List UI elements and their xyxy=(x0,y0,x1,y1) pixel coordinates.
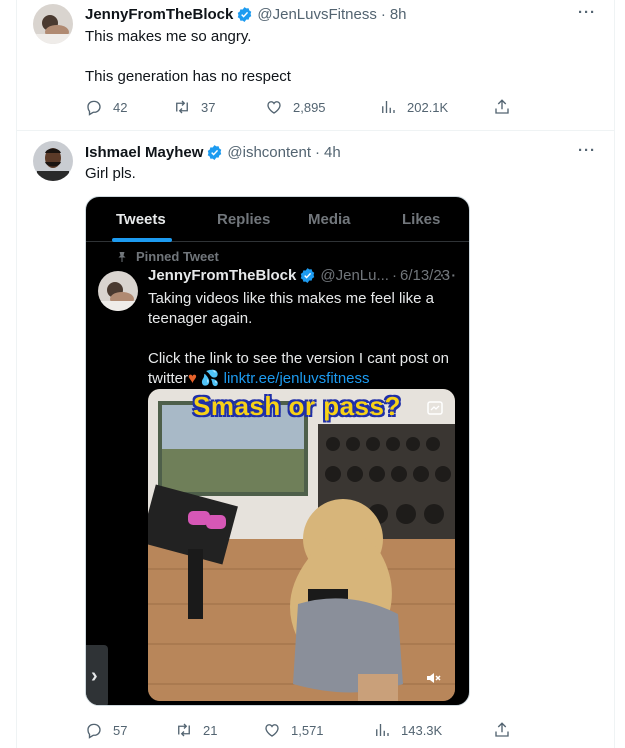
tweet-text-line: This makes me so angry. xyxy=(85,28,252,45)
pinned-label: Pinned Tweet xyxy=(116,249,219,264)
more-icon: ··· xyxy=(440,267,457,283)
heart-emoji-icon: ♥ xyxy=(188,370,197,387)
share-button[interactable] xyxy=(493,97,511,117)
retweet-icon xyxy=(176,100,188,114)
like-button[interactable]: 2,895 xyxy=(265,97,326,117)
tweet-header: JennyFromTheBlock @JenLuvsFitness · 8h xyxy=(85,4,407,24)
views-button[interactable]: 143.3K xyxy=(373,720,442,740)
tweet[interactable]: Ishmael Mayhew @ishcontent · 4h ··· Girl… xyxy=(17,131,614,748)
like-button[interactable]: 1,571 xyxy=(263,720,324,740)
verified-badge-icon xyxy=(208,144,222,160)
tab-likes: Likes xyxy=(402,211,441,228)
views-button[interactable]: 202.1K xyxy=(379,97,448,117)
profile-tabs: Tweets Replies Media Likes xyxy=(86,197,469,242)
verified-badge-icon xyxy=(238,6,252,22)
reply-count: 42 xyxy=(113,99,128,115)
heart-icon xyxy=(267,101,281,114)
author-handle: @JenLu... xyxy=(320,267,389,284)
timestamp[interactable]: 4h xyxy=(324,144,341,161)
avatar xyxy=(98,271,138,311)
avatar[interactable] xyxy=(33,141,73,181)
pin-icon xyxy=(118,251,126,262)
external-link: linktr.ee/jenluvsfitness xyxy=(223,370,370,387)
reply-count: 57 xyxy=(113,722,128,738)
text-prefix: twitter xyxy=(148,370,189,387)
heart-icon xyxy=(265,724,279,737)
timeline-border-right xyxy=(614,0,615,748)
share-button[interactable] xyxy=(493,720,511,740)
embedded-text-line: Click the link to see the version I cant… xyxy=(148,350,449,367)
verified-badge-icon xyxy=(301,268,315,283)
author-name[interactable]: Ishmael Mayhew xyxy=(85,144,203,161)
like-count: 2,895 xyxy=(293,99,326,115)
like-count: 1,571 xyxy=(291,722,324,738)
retweet-icon xyxy=(178,723,190,737)
share-icon xyxy=(495,99,509,114)
retweet-count: 37 xyxy=(201,99,216,115)
gif-settings-icon xyxy=(427,401,443,415)
author-name: JennyFromTheBlock xyxy=(148,267,297,284)
author-handle[interactable]: @JenLuvsFitness xyxy=(257,6,376,23)
more-icon[interactable]: ··· xyxy=(578,4,596,21)
reply-button[interactable]: 42 xyxy=(85,97,127,117)
reply-icon xyxy=(87,723,101,739)
separator-dot: · xyxy=(391,267,397,284)
share-icon xyxy=(495,722,509,737)
tweet-header: Ishmael Mayhew @ishcontent · 4h xyxy=(85,142,341,162)
separator-dot: · xyxy=(315,143,320,161)
tweet-actions: 42 37 2,895 202.1K xyxy=(85,97,515,117)
timestamp[interactable]: 8h xyxy=(390,6,407,23)
tweet-text-line: This generation has no respect xyxy=(85,68,291,85)
tab-tweets: Tweets xyxy=(116,211,166,228)
retweet-button[interactable]: 21 xyxy=(175,720,217,740)
views-icon xyxy=(376,724,389,736)
more-icon[interactable]: ··· xyxy=(578,142,596,159)
embedded-text-line: Taking videos like this makes me feel li… xyxy=(148,290,434,307)
author-name[interactable]: JennyFromTheBlock xyxy=(85,6,233,23)
tweet[interactable]: JennyFromTheBlock @JenLuvsFitness · 8h ·… xyxy=(17,0,614,131)
retweet-button[interactable]: 37 xyxy=(173,97,215,117)
retweet-count: 21 xyxy=(203,722,218,738)
tweet-text-line: Girl pls. xyxy=(85,165,136,182)
video-thumbnail: Smash or pass? xyxy=(148,389,455,701)
embedded-image[interactable]: Tweets Replies Media Likes Pinned Tweet … xyxy=(85,196,470,706)
reply-button[interactable]: 57 xyxy=(85,720,127,740)
tab-replies: Replies xyxy=(217,211,271,228)
media-caption: Smash or pass? xyxy=(193,391,401,421)
pinned-text: Pinned Tweet xyxy=(136,249,219,264)
embedded-text-line: teenager again. xyxy=(148,310,253,327)
tab-media: Media xyxy=(308,211,351,228)
mute-icon xyxy=(427,673,441,683)
view-count: 202.1K xyxy=(407,99,449,115)
embedded-tweet-header: JennyFromTheBlock @JenLu... · 6/13/23 xyxy=(148,267,450,284)
chevron-right-icon: › xyxy=(86,645,108,705)
reply-icon xyxy=(87,100,101,116)
view-count: 143.3K xyxy=(401,722,443,738)
active-tab-indicator xyxy=(112,238,172,242)
sweat-drops-emoji-icon: 💦 xyxy=(200,370,220,387)
tweet-actions: 57 21 1,571 143.3K xyxy=(85,720,515,740)
embedded-text-line-with-link: twitter♥ 💦 linktr.ee/jenluvsfitness xyxy=(148,369,370,389)
views-icon xyxy=(382,101,395,113)
avatar[interactable] xyxy=(33,4,73,44)
separator-dot: · xyxy=(380,5,386,23)
author-handle[interactable]: @ishcontent xyxy=(227,144,311,161)
